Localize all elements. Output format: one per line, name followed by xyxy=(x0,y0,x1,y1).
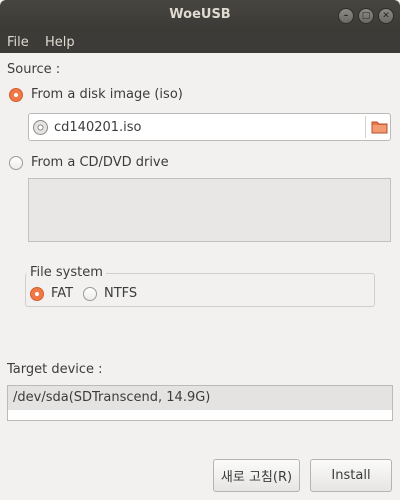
fat-option-label[interactable]: FAT xyxy=(51,286,73,301)
disk-image-option-label[interactable]: From a disk image (iso) xyxy=(31,87,183,102)
ntfs-option-label[interactable]: NTFS xyxy=(104,286,137,301)
close-icon[interactable]: ✕ xyxy=(378,8,394,24)
menu-help[interactable]: Help xyxy=(45,35,75,50)
cd-drive-list[interactable] xyxy=(28,178,391,242)
target-device-name: /dev/sda(SDTranscend, 14.9G) xyxy=(13,390,211,405)
fat-radio[interactable] xyxy=(30,287,44,301)
source-label: Source : xyxy=(7,62,61,77)
disk-image-radio[interactable] xyxy=(9,88,23,102)
target-device-label: Target device : xyxy=(7,362,103,377)
ntfs-radio[interactable] xyxy=(83,287,97,301)
minimize-icon[interactable]: – xyxy=(338,8,354,24)
folder-icon[interactable] xyxy=(371,120,388,134)
menubar: File Help xyxy=(0,31,400,53)
disc-icon xyxy=(33,120,48,135)
filesystem-label: File system xyxy=(27,265,106,280)
cd-drive-option-label[interactable]: From a CD/DVD drive xyxy=(31,155,169,170)
field-separator xyxy=(365,116,366,138)
refresh-button[interactable]: 새로 고침(R) xyxy=(213,459,300,492)
window-titlebar[interactable]: WoeUSB – □ ✕ xyxy=(0,0,400,31)
target-device-list[interactable]: /dev/sda(SDTranscend, 14.9G) xyxy=(7,385,393,421)
target-device-row[interactable]: /dev/sda(SDTranscend, 14.9G) xyxy=(8,386,392,410)
cd-drive-radio[interactable] xyxy=(9,156,23,170)
maximize-icon[interactable]: □ xyxy=(358,8,374,24)
iso-file-chooser[interactable]: cd140201.iso xyxy=(28,113,391,141)
install-button[interactable]: Install xyxy=(310,459,392,492)
iso-filename: cd140201.iso xyxy=(54,120,142,135)
menu-file[interactable]: File xyxy=(7,35,29,50)
